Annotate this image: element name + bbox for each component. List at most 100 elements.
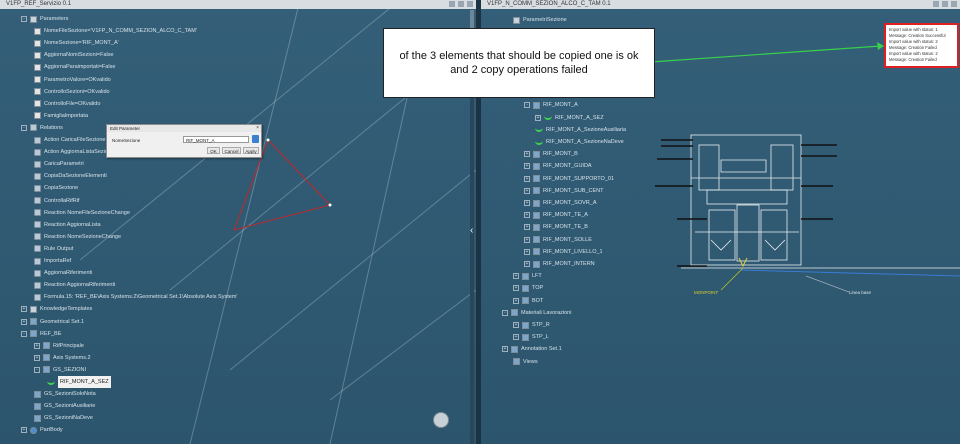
tree-item-label: RIF_MONT_SUPPORTO_01 [543,175,615,182]
tree-item[interactable]: NomeFileSezione='V1FP_N_COMM_SEZION_ALCO… [34,25,197,37]
expand-icon[interactable]: + [524,187,530,194]
tree-item[interactable]: + RIF_MONT_LIVELLO_1 [524,246,603,258]
expand-icon[interactable]: + [34,342,40,349]
expand-icon[interactable]: + [21,427,27,434]
tree-item[interactable]: - Relations [21,122,63,134]
tree-item[interactable]: ImportaRef [34,255,71,267]
tree-item[interactable]: - Materiali Lavorazioni [502,307,571,319]
tree-item[interactable]: RIF_MONT_A_SEZ [47,376,111,388]
dialog-value-select[interactable]: RIF_MONT_A [183,136,249,143]
collapse-icon[interactable]: - [21,330,27,337]
expand-icon[interactable]: + [524,224,530,231]
tree-item[interactable]: Reaction AggiornaRiferimenti [34,279,115,291]
tree-item[interactable]: ParametroValore=OKvalido [34,74,111,86]
chevron-left-icon[interactable]: ‹ [470,225,473,236]
tree-item[interactable]: + LFT [513,270,542,282]
tree-item-label: Rule Output [44,245,74,252]
tree-item[interactable]: + RIF_MONT_A_SEZ [535,112,604,124]
expand-icon[interactable]: + [513,285,519,292]
tree-item[interactable]: + BOT [513,295,543,307]
tree-item-label: ControlloSezioni=OKvalido [44,88,110,95]
tree-item[interactable]: + RIF_MONT_SOLLE [524,234,592,246]
tree-item[interactable]: + STP_R [513,319,550,331]
dialog-ok-button[interactable]: OK [207,147,220,154]
tree-item[interactable]: + PartBody [21,424,63,436]
dialog-cancel-button[interactable]: Cancel [222,147,241,154]
expand-icon[interactable]: + [513,273,519,280]
tree-item[interactable]: Action CaricaFileSezione [34,134,105,146]
tree-item[interactable]: FamigliaImportata [34,110,88,122]
tree-item[interactable]: + RIF_MONT_SUB_CENT [524,185,604,197]
expand-icon[interactable]: + [34,354,40,361]
tree-item[interactable]: GS_SezioniAusiliarie [34,400,95,412]
dialog-close-button[interactable]: × [256,125,259,132]
collapse-icon[interactable]: - [502,309,508,316]
tree-item[interactable]: Rule Output [34,243,73,255]
expand-icon[interactable]: + [513,297,519,304]
tree-item[interactable]: + RifPrincipale [34,340,84,352]
tree-item[interactable]: ControlloSezioni=OKvalido [34,86,110,98]
expand-icon[interactable]: + [524,175,530,182]
expand-icon[interactable]: + [535,114,541,121]
tree-item[interactable]: + Annotation Set.1 [502,343,562,355]
expand-icon[interactable]: + [524,261,530,267]
tree-item[interactable]: Action AggiornaListaSezioni [34,146,112,158]
tree-item[interactable]: CaricaParametri [34,158,84,170]
tree-item[interactable]: + Axis Systems.2 [34,352,91,364]
expand-icon[interactable]: + [524,248,530,255]
tree-item[interactable]: AggiornaParaimportati=False [34,61,115,73]
expand-icon[interactable]: + [524,200,530,206]
tree-item[interactable]: Reaction NomeFileSezioneChange [34,207,130,219]
collapse-icon[interactable]: - [524,102,530,109]
expand-icon[interactable]: + [524,151,530,158]
tree-item[interactable]: + RIF_MONT_B [524,148,578,160]
tree-item-label: RIF_MONT_A [543,102,578,109]
tree-item[interactable]: + RIF_MONT_TE_A [524,209,588,221]
tree-item[interactable]: - Parameters [21,13,68,25]
tree-item[interactable]: ParametriSezione [513,14,567,26]
tree-item[interactable]: + Geometrical Set.1 [21,316,84,328]
tree-item[interactable]: ControlloFile=OKvalido [34,98,100,110]
tree-item[interactable]: GS_SezioniSoloNota [34,388,96,400]
compass-icon[interactable] [433,412,449,428]
collapse-icon[interactable]: - [21,124,27,131]
expand-icon[interactable]: + [502,346,508,353]
tree-item[interactable]: + RIF_MONT_SOVR_A [524,197,596,209]
tree-item[interactable]: - RIF_MONT_A [524,99,578,111]
tree-item[interactable]: + RIF_MONT_SUPPORTO_01 [524,173,614,185]
tree-item[interactable]: CopiaDaSezioneElementi [34,170,107,182]
tree-item[interactable]: Views [513,356,538,368]
expand-icon[interactable]: + [524,163,530,170]
tree-item[interactable]: + RIF_MONT_GUIDA [524,160,592,172]
expand-icon[interactable]: + [513,322,519,328]
tree-item[interactable]: Reaction AggiornaLista [34,219,101,231]
tree-item[interactable]: + KnowledgeTemplates [21,303,92,315]
expand-icon[interactable]: + [524,236,530,243]
tree-item[interactable]: Formula.15: 'REF_BE\Axis Systems.2\Geome… [34,291,237,303]
tree-item[interactable]: RIF_MONT_A_SezioneNaDeve [535,136,624,148]
param-icon [34,51,41,59]
tree-item-label: Materiali Lavorazioni [521,309,572,316]
tree-item[interactable]: AggiornaRiferimenti [34,267,92,279]
tree-item[interactable]: + TOP [513,282,543,294]
tree-item[interactable]: NomeSezione='RIF_MONT_A' [34,37,119,49]
collapse-icon[interactable]: - [21,16,27,22]
expand-icon[interactable]: + [21,306,27,313]
tree-item[interactable]: + STP_L [513,331,549,343]
tree-item[interactable]: - GS_SEZIONI [34,364,86,376]
collapse-icon[interactable]: - [34,366,40,373]
expand-icon[interactable]: + [524,212,530,219]
tree-item[interactable]: GS_SezioniNaDeve [34,412,93,424]
tree-item[interactable]: Reaction NomeSezioneChange [34,231,121,243]
tree-item[interactable]: RIF_MONT_A_SezioneAusiliaria [535,124,626,136]
dialog-apply-button[interactable]: Apply [243,147,259,154]
tree-item[interactable]: AggiornaNomiSezioni=False [34,49,114,61]
tree-item[interactable]: CopiaSezione [34,182,78,194]
expand-icon[interactable]: + [21,318,27,325]
tree-item[interactable]: ControllaRifRif [34,195,79,207]
expand-icon[interactable]: + [513,334,519,341]
tree-item[interactable]: + RIF_MONT_INTERN [524,258,595,270]
tree-item[interactable]: + RIF_MONT_TE_B [524,221,588,233]
formula-icon[interactable] [252,135,259,143]
tree-item[interactable]: - REF_BE [21,328,61,340]
